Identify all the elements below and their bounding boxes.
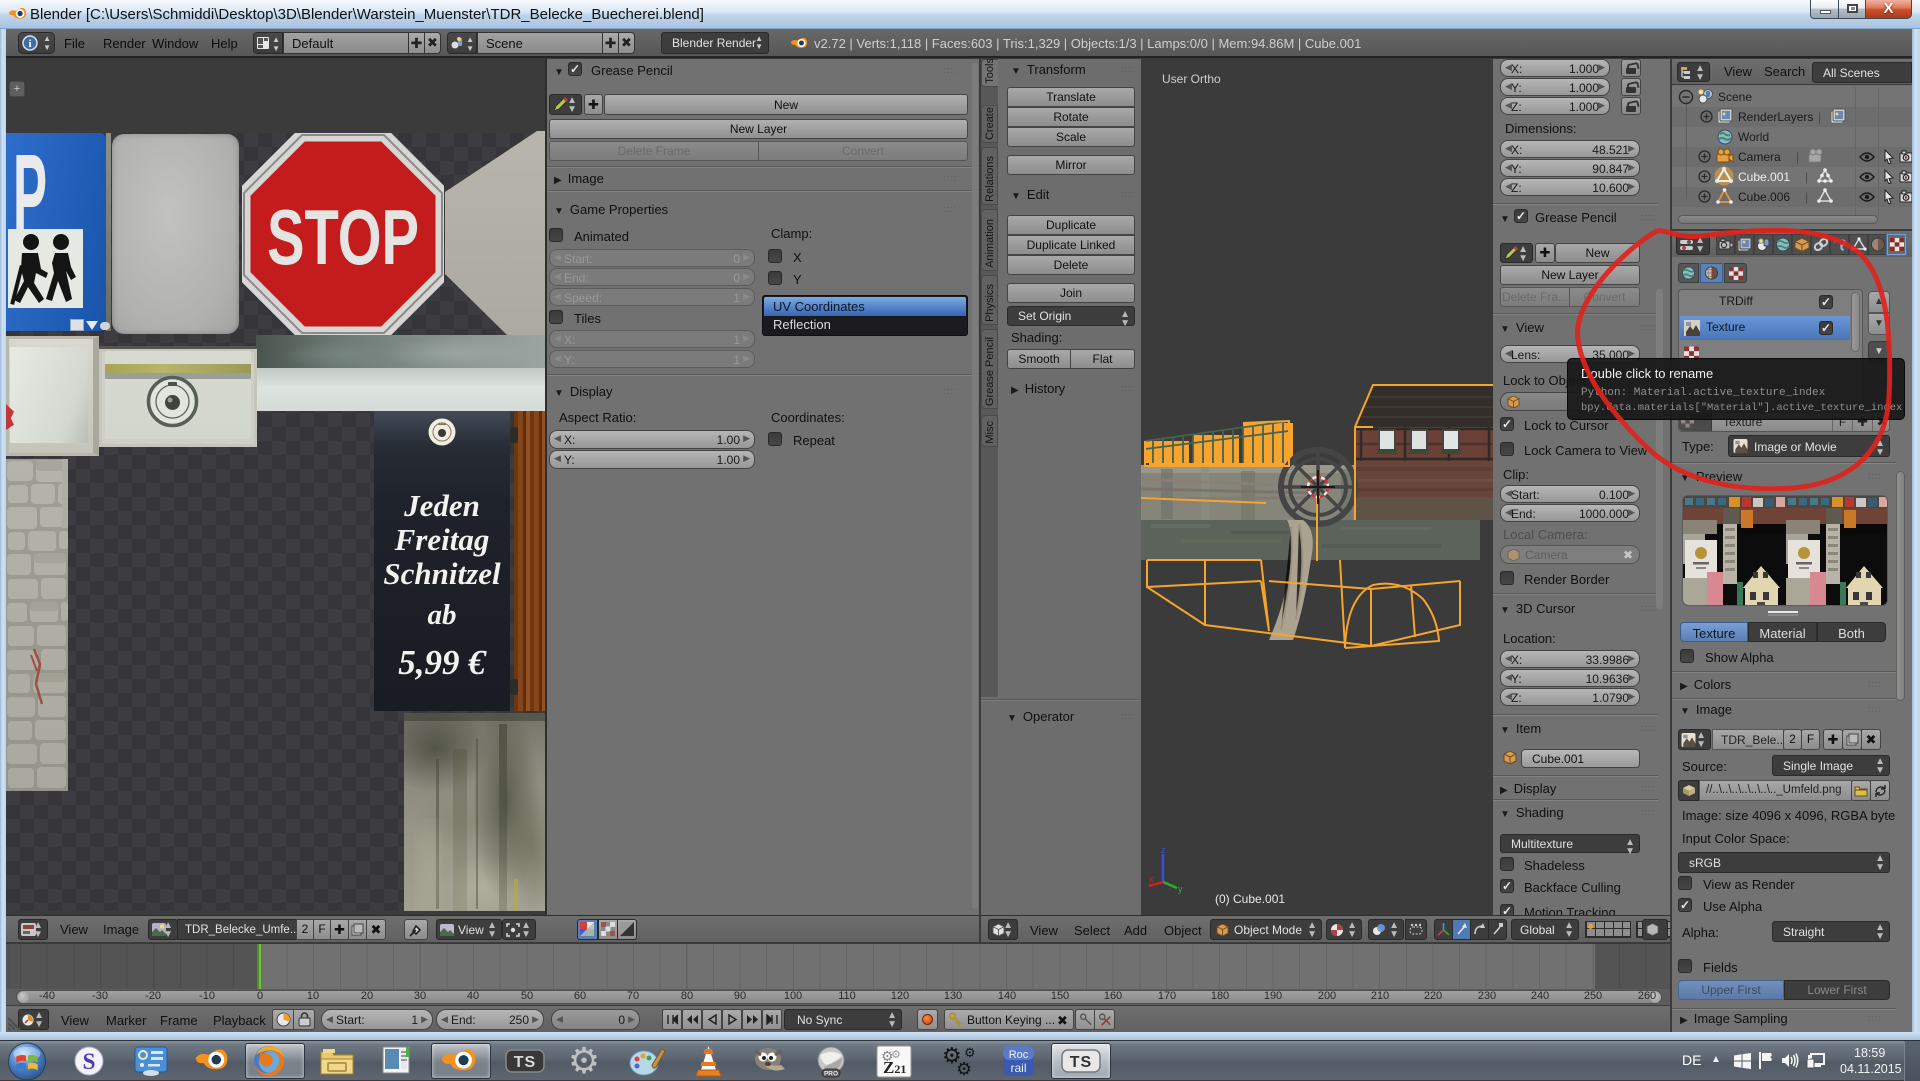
svg-text:x: x [1149, 874, 1154, 884]
svg-text:i: i [28, 38, 31, 50]
svg-text:⚙: ⚙ [568, 1042, 600, 1080]
svg-text:⚙: ⚙ [964, 1045, 976, 1060]
svg-text:TS: TS [1070, 1054, 1092, 1071]
svg-text:STOP: STOP [267, 193, 419, 281]
svg-text:rail: rail [1010, 1061, 1026, 1075]
svg-text:S: S [83, 1049, 96, 1074]
svg-text:z: z [1161, 845, 1166, 855]
svg-text:PRO: PRO [824, 1071, 838, 1078]
svg-text:⚙: ⚙ [956, 1059, 972, 1079]
svg-text:y: y [1178, 884, 1183, 894]
svg-text:TS: TS [514, 1054, 536, 1071]
svg-text:Roc: Roc [1009, 1049, 1029, 1061]
